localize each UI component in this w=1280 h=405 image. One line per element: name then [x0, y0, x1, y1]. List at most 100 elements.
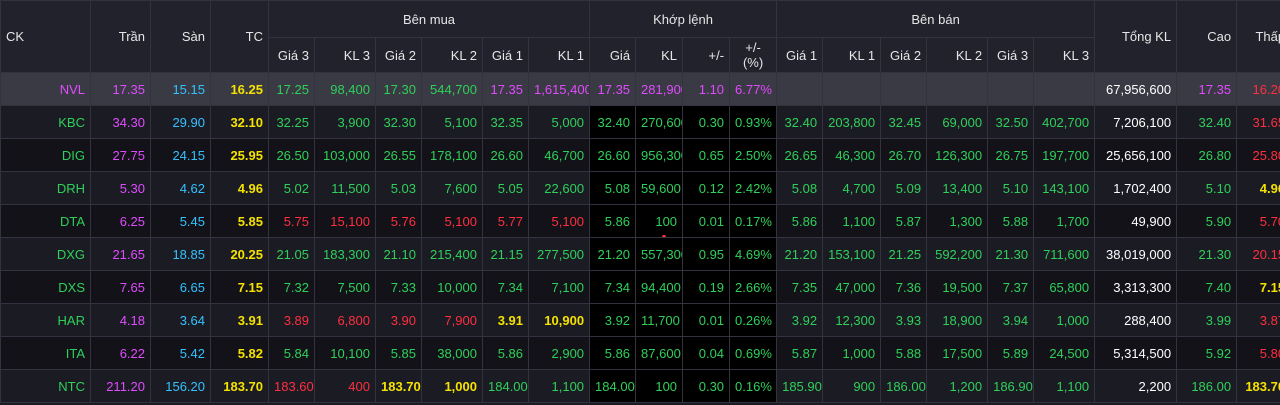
col-header-bid-price-3[interactable]: Giá 3	[268, 37, 315, 73]
match-volume-cell: 100	[635, 204, 684, 238]
col-header-match-volume[interactable]: KL	[635, 37, 684, 73]
col-header-ceiling[interactable]: Trần	[90, 0, 151, 73]
bid-price-1-cell: 184.00	[482, 369, 529, 403]
match-price-cell: 21.20	[589, 237, 637, 271]
ask-vol-3-cell: 143,100	[1033, 171, 1096, 205]
col-header-ask-price-1[interactable]: Giá 1	[776, 37, 824, 73]
symbol-cell[interactable]: DIG	[0, 138, 91, 172]
col-header-ask-vol-1[interactable]: KL 1	[822, 37, 882, 73]
bid-price-1-cell: 26.60	[482, 138, 529, 172]
change-percent-cell: 0.16%	[729, 369, 778, 403]
symbol-cell[interactable]: KBC	[0, 105, 91, 139]
col-header-high[interactable]: Cao	[1176, 0, 1238, 73]
col-header-bid-price-2[interactable]: Giá 2	[375, 37, 422, 73]
bid-price-3-cell: 17.25	[268, 72, 315, 106]
bid-price-2-cell: 183.70	[375, 369, 422, 403]
symbol-cell[interactable]: DTA	[0, 204, 91, 238]
bid-vol-1-cell: 7,100	[527, 270, 591, 304]
col-header-change-percent[interactable]: +/- (%)	[729, 37, 778, 73]
table-row-dxs[interactable]: DXS 7.65 6.65 7.15 7.32 7,500 7.33 10,000 7.34 7,…	[0, 270, 1280, 304]
match-volume-cell: 956,300	[635, 138, 684, 172]
table-row-har[interactable]: HAR 4.18 3.64 3.91 3.89 6,800 3.90 7,900 3.91 10,…	[0, 303, 1280, 337]
ask-price-2-cell: 32.45	[880, 105, 928, 139]
floor-cell: 5.42	[150, 336, 211, 370]
col-header-reference[interactable]: TC	[210, 0, 269, 73]
ask-price-1-cell: 21.20	[776, 237, 824, 271]
change-cell: 0.30	[682, 369, 731, 403]
ask-vol-1-cell	[822, 72, 882, 106]
table-row-dxg[interactable]: DXG 21.65 18.85 20.25 21.05 183,300 21.10 215,4…	[0, 237, 1280, 271]
col-header-ask-vol-2[interactable]: KL 2	[926, 37, 989, 73]
col-header-symbol[interactable]: CK	[0, 0, 91, 73]
col-header-change[interactable]: +/-	[682, 37, 731, 73]
total-volume-cell: 67,956,600	[1094, 72, 1178, 106]
change-percent-cell: 0.17%	[729, 204, 778, 238]
table-row-kbc[interactable]: KBC 34.30 29.90 32.10 32.25 3,900 32.30 5,100 32…	[0, 105, 1280, 139]
ask-price-2-cell	[880, 72, 928, 106]
ask-price-1-cell: 3.92	[776, 303, 824, 337]
change-percent-cell: 0.26%	[729, 303, 778, 337]
reference-cell: 20.25	[210, 237, 269, 271]
bid-price-3-cell: 5.84	[268, 336, 315, 370]
ceiling-cell: 17.35	[90, 72, 151, 106]
col-header-ask-price-2[interactable]: Giá 2	[880, 37, 928, 73]
table-row-nvl[interactable]: NVL 17.35 15.15 16.25 17.25 98,400 17.30 544,70…	[0, 72, 1280, 106]
change-cell: 0.65	[682, 138, 731, 172]
bid-price-1-cell: 5.86	[482, 336, 529, 370]
ask-vol-1-cell: 203,800	[822, 105, 882, 139]
bid-price-2-cell: 5.76	[375, 204, 422, 238]
ask-vol-2-cell: 126,300	[926, 138, 989, 172]
table-row-ita[interactable]: ITA 6.22 5.42 5.82 5.84 10,100 5.85 38,000 5.86 2…	[0, 336, 1280, 370]
match-price-cell: 7.34	[589, 270, 637, 304]
col-header-match-price[interactable]: Giá	[589, 37, 637, 73]
col-header-bid-vol-2[interactable]: KL 2	[421, 37, 483, 73]
group-header-matched: Khớp lệnh	[589, 0, 778, 38]
low-cell: 16.20	[1236, 72, 1280, 106]
table-row-dig[interactable]: DIG 27.75 24.15 25.95 26.50 103,000 26.55 178,1…	[0, 138, 1280, 172]
table-row-dta[interactable]: DTA 6.25 5.45 5.85 5.75 15,100 5.76 5,100 5.77 5,…	[0, 204, 1280, 238]
symbol-cell[interactable]: DXS	[0, 270, 91, 304]
table-row-ntc[interactable]: NTC 211.20 156.20 183.70 183.60 400 183.70 1,00…	[0, 369, 1280, 403]
bid-price-3-cell: 183.60	[268, 369, 315, 403]
group-header-ask: Bên bán	[776, 0, 1096, 38]
match-price-cell: 5.86	[589, 204, 637, 238]
ask-price-2-cell: 21.25	[880, 237, 928, 271]
col-header-bid-price-1[interactable]: Giá 1	[482, 37, 529, 73]
symbol-cell[interactable]: NVL	[0, 72, 91, 106]
bid-vol-2-cell: 1,000	[421, 369, 483, 403]
symbol-cell[interactable]: DRH	[0, 171, 91, 205]
ceiling-cell: 6.22	[90, 336, 151, 370]
ask-price-3-cell: 5.89	[987, 336, 1035, 370]
reference-cell: 183.70	[210, 369, 269, 403]
ask-price-3-cell: 26.75	[987, 138, 1035, 172]
change-percent-cell: 0.69%	[729, 336, 778, 370]
symbol-cell[interactable]: NTC	[0, 369, 91, 403]
bid-price-2-cell: 17.30	[375, 72, 422, 106]
col-header-ask-vol-3[interactable]: KL 3	[1033, 37, 1096, 73]
ask-vol-2-cell: 1,200	[926, 369, 989, 403]
ask-price-1-cell	[776, 72, 824, 106]
symbol-cell[interactable]: ITA	[0, 336, 91, 370]
change-cell: 0.12	[682, 171, 731, 205]
bid-price-1-cell: 17.35	[482, 72, 529, 106]
change-cell: 0.30	[682, 105, 731, 139]
bid-vol-2-cell: 38,000	[421, 336, 483, 370]
table-row-drh[interactable]: DRH 5.30 4.62 4.96 5.02 11,500 5.03 7,600 5.05 22…	[0, 171, 1280, 205]
col-header-ask-price-3[interactable]: Giá 3	[987, 37, 1035, 73]
col-header-floor[interactable]: Sàn	[150, 0, 211, 73]
symbol-cell[interactable]: DXG	[0, 237, 91, 271]
bid-vol-2-cell: 7,900	[421, 303, 483, 337]
symbol-cell[interactable]: HAR	[0, 303, 91, 337]
col-header-bid-vol-1[interactable]: KL 1	[527, 37, 591, 73]
bid-vol-1-cell: 22,600	[527, 171, 591, 205]
change-percent-cell: 0.93%	[729, 105, 778, 139]
ask-price-1-cell: 32.40	[776, 105, 824, 139]
ask-price-3-cell: 21.30	[987, 237, 1035, 271]
col-header-low[interactable]: Thấp	[1236, 0, 1280, 73]
col-header-total-volume[interactable]: Tổng KL	[1094, 0, 1178, 73]
col-header-bid-vol-3[interactable]: KL 3	[314, 37, 376, 73]
ask-vol-3-cell: 197,700	[1033, 138, 1096, 172]
ask-vol-2-cell	[926, 72, 989, 106]
low-cell: 5.70	[1236, 204, 1280, 238]
bid-vol-2-cell: 544,700	[421, 72, 483, 106]
